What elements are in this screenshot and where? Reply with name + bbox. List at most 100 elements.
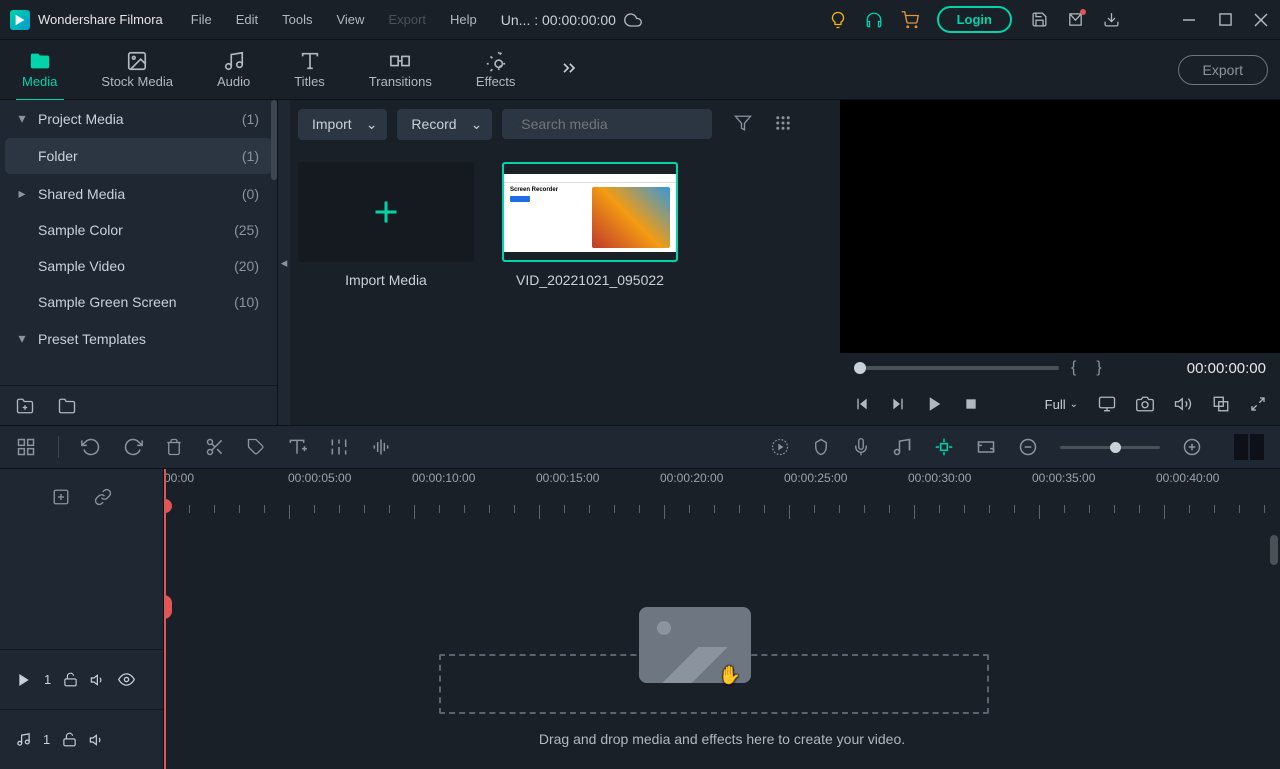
filter-icon[interactable]: [734, 114, 752, 135]
search-input[interactable]: [521, 116, 702, 132]
tab-transitions[interactable]: Transitions: [347, 44, 454, 95]
link-icon[interactable]: [94, 488, 112, 506]
add-track-icon[interactable]: [52, 488, 70, 506]
lock-icon[interactable]: [62, 732, 77, 747]
zoom-in-icon[interactable]: [1182, 437, 1202, 457]
display-icon[interactable]: [1098, 395, 1116, 413]
more-tabs-icon[interactable]: [559, 58, 579, 81]
fullscreen-icon[interactable]: [1250, 396, 1266, 412]
sidebar-item-project-media[interactable]: ▾ Project Media (1): [0, 100, 277, 137]
preview-panel: {} 00:00:00:00 Full ⌄: [840, 100, 1280, 425]
step-forward-button[interactable]: [890, 396, 906, 412]
chevron-down-icon: ⌄: [471, 116, 483, 133]
sidebar-item-sample-green-screen[interactable]: Sample Green Screen (10): [0, 284, 277, 320]
adjust-icon[interactable]: [329, 437, 349, 457]
audio-track-header[interactable]: 1: [0, 709, 163, 769]
import-dropdown[interactable]: Import⌄: [298, 109, 387, 140]
titlebar: Wondershare Filmora File Edit Tools View…: [0, 0, 1280, 40]
tab-audio-label: Audio: [217, 74, 250, 89]
split-icon[interactable]: [205, 437, 225, 457]
download-icon[interactable]: [1102, 11, 1120, 29]
render-icon[interactable]: [770, 437, 790, 457]
media-sidebar: ▾ Project Media (1) Folder (1) ▸ Shared …: [0, 100, 278, 425]
sidebar-item-folder[interactable]: Folder (1): [5, 138, 272, 174]
prev-frame-button[interactable]: [854, 396, 870, 412]
maximize-icon[interactable]: [1216, 11, 1234, 29]
undo-icon[interactable]: [81, 437, 101, 457]
cart-icon[interactable]: [901, 11, 919, 29]
sidebar-collapse-button[interactable]: ◂: [278, 100, 290, 425]
tab-media-label: Media: [22, 74, 57, 89]
menu-file[interactable]: File: [181, 8, 222, 31]
trim-brackets[interactable]: {}: [1071, 359, 1122, 377]
timeline-tracks-area[interactable]: 00:0000:00:05:0000:00:10:0000:00:15:0000…: [164, 469, 1280, 769]
play-button[interactable]: [926, 395, 944, 413]
audio-levels-icon[interactable]: [371, 437, 391, 457]
menu-view[interactable]: View: [326, 8, 374, 31]
marker-icon[interactable]: [812, 438, 830, 456]
preview-timecode: 00:00:00:00: [1187, 360, 1266, 377]
search-media-box[interactable]: [502, 109, 712, 139]
video-track-icon: [16, 672, 32, 688]
sidebar-item-sample-video[interactable]: Sample Video (20): [0, 248, 277, 284]
support-icon[interactable]: [865, 11, 883, 29]
zoom-out-icon[interactable]: [1018, 437, 1038, 457]
stop-button[interactable]: [964, 397, 978, 411]
close-icon[interactable]: [1252, 11, 1270, 29]
export-button[interactable]: Export: [1178, 55, 1268, 85]
save-icon[interactable]: [1030, 11, 1048, 29]
media-clip-tile[interactable]: Screen Recorder VID_20221021_095022: [502, 162, 678, 288]
preview-viewport[interactable]: [840, 100, 1280, 353]
popout-icon[interactable]: [1212, 395, 1230, 413]
sidebar-item-sample-color[interactable]: Sample Color (25): [0, 212, 277, 248]
layout-icon[interactable]: [16, 437, 36, 457]
audio-mixer-icon[interactable]: [892, 437, 912, 457]
mute-icon[interactable]: [89, 732, 105, 748]
tab-effects[interactable]: Effects: [454, 44, 538, 95]
audio-track-icon: [16, 732, 31, 747]
voiceover-icon[interactable]: [852, 438, 870, 456]
tab-titles[interactable]: Titles: [272, 44, 347, 95]
grid-view-icon[interactable]: [774, 114, 792, 135]
auto-reframe-icon[interactable]: [934, 437, 954, 457]
video-track-header[interactable]: 1: [0, 649, 163, 709]
menu-edit[interactable]: Edit: [226, 8, 268, 31]
minimize-icon[interactable]: [1180, 11, 1198, 29]
timeline-view-toggle[interactable]: [1234, 434, 1264, 460]
playhead[interactable]: [164, 469, 166, 769]
menu-tools[interactable]: Tools: [272, 8, 322, 31]
sidebar-item-shared-media[interactable]: ▸ Shared Media (0): [0, 175, 277, 212]
timeline-scrollbar[interactable]: [1270, 535, 1278, 565]
ruler-label: 00:00:25:00: [784, 469, 908, 503]
import-media-tile[interactable]: Import Media: [298, 162, 474, 288]
add-text-icon[interactable]: [287, 437, 307, 457]
tab-effects-label: Effects: [476, 74, 516, 89]
redo-icon[interactable]: [123, 437, 143, 457]
new-folder-icon[interactable]: [16, 397, 34, 415]
chevron-down-icon: ⌄: [366, 116, 378, 133]
lock-icon[interactable]: [63, 672, 78, 687]
mute-icon[interactable]: [90, 672, 106, 688]
quality-dropdown[interactable]: Full ⌄: [1045, 397, 1078, 412]
tab-media[interactable]: Media: [0, 44, 79, 95]
preview-scrubber[interactable]: [854, 366, 1059, 370]
cloud-icon[interactable]: [624, 11, 642, 29]
tab-stock-media[interactable]: Stock Media: [79, 44, 195, 95]
record-dropdown[interactable]: Record⌄: [397, 109, 492, 140]
tag-icon[interactable]: [247, 438, 265, 456]
snapshot-icon[interactable]: [1136, 395, 1154, 413]
delete-icon[interactable]: [165, 438, 183, 456]
aspect-icon[interactable]: [976, 437, 996, 457]
drag-preview-thumb[interactable]: ✋: [639, 607, 751, 683]
sidebar-item-preset-templates[interactable]: ▾ Preset Templates: [0, 320, 277, 357]
volume-icon[interactable]: [1174, 395, 1192, 413]
tips-icon[interactable]: [829, 11, 847, 29]
tab-audio[interactable]: Audio: [195, 44, 272, 95]
zoom-slider[interactable]: [1060, 446, 1160, 449]
login-button[interactable]: Login: [937, 6, 1012, 33]
visibility-icon[interactable]: [118, 671, 135, 688]
folder-icon[interactable]: [58, 397, 76, 415]
messages-icon[interactable]: [1066, 11, 1084, 29]
sidebar-scrollbar[interactable]: [271, 100, 277, 385]
menu-help[interactable]: Help: [440, 8, 487, 31]
